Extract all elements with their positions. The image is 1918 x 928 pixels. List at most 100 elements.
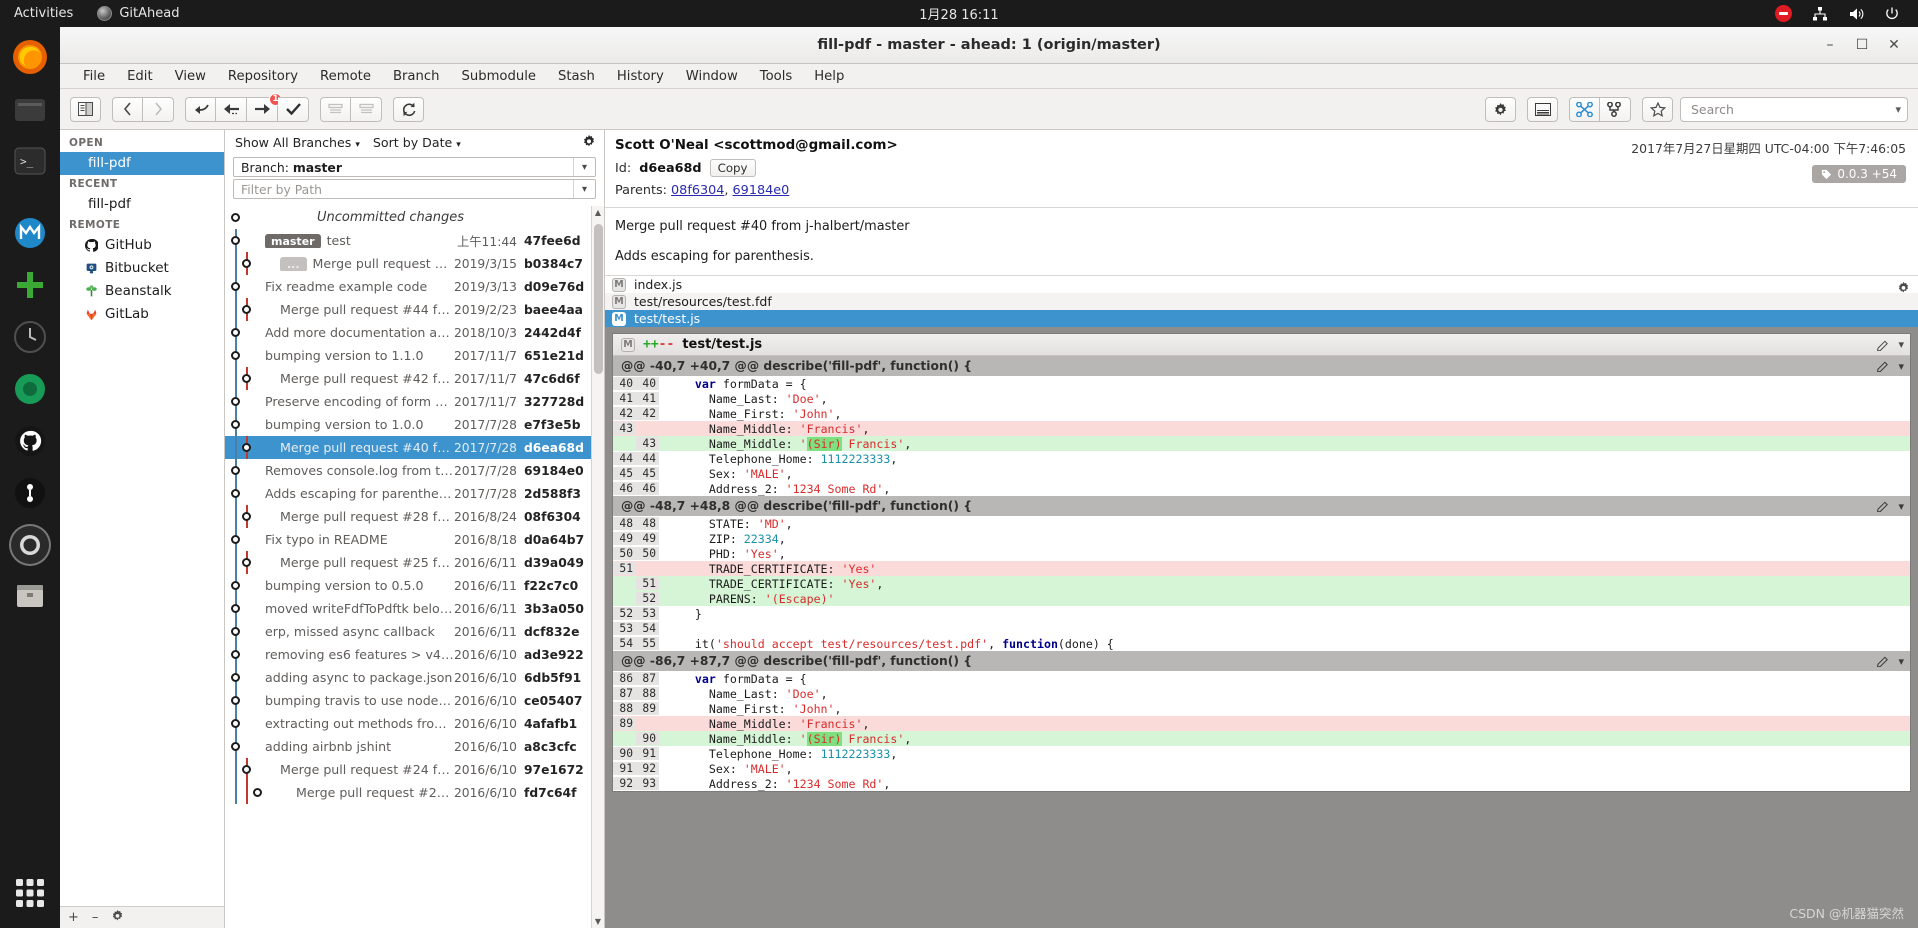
menu-view[interactable]: View xyxy=(164,67,217,86)
diff-line[interactable]: 91 92 Sex: 'MALE', xyxy=(613,761,1910,776)
file-row-test-fdf[interactable]: M test/resources/test.fdf xyxy=(605,293,1918,310)
sort-by-date-dropdown[interactable]: Sort by Date ▾ xyxy=(373,135,461,150)
sidebar-footer[interactable]: + – xyxy=(60,906,224,928)
dock-item-github-desktop[interactable] xyxy=(9,420,51,462)
commit-row[interactable]: moved writeFdfToPdftk below... 2016/6/11 3… xyxy=(225,597,591,620)
hunk-header[interactable]: @@ -40,7 +40,7 @@ describe('fill-pdf', f… xyxy=(613,356,1910,376)
commit-row[interactable]: Merge pull request #24 from ...2016/6/10… xyxy=(225,758,591,781)
diff-line[interactable]: 88 89 Name_First: 'John', xyxy=(613,701,1910,716)
dock-item-sublime[interactable] xyxy=(9,368,51,410)
commit-list-settings-button[interactable] xyxy=(582,134,596,151)
changed-files-list[interactable]: M index.js M test/resources/test.fdf M t… xyxy=(605,275,1918,327)
commit-row[interactable]: Merge pull request #40 from ...2017/7/28… xyxy=(225,436,591,459)
commit-row[interactable]: removing es6 features > v4; ... 2016/6/10… xyxy=(225,643,591,666)
refresh-button[interactable] xyxy=(393,96,424,122)
commit-list-toolbar[interactable]: Show All Branches ▾ Sort by Date ▾ xyxy=(225,130,604,155)
diff-header-actions[interactable]: ▾ xyxy=(1877,338,1904,351)
diff-line[interactable]: 50 50 PHD: 'Yes', xyxy=(613,546,1910,561)
menu-remote[interactable]: Remote xyxy=(309,67,382,86)
menu-stash[interactable]: Stash xyxy=(547,67,606,86)
commit-row[interactable]: Adds escaping for parenthesi... 2017/7/28… xyxy=(225,482,591,505)
hunk-actions[interactable]: ▾ xyxy=(1877,655,1904,668)
parent-link-1[interactable]: 08f6304 xyxy=(671,183,724,198)
menu-bar[interactable]: File Edit View Repository Remote Branch … xyxy=(60,64,1918,89)
log-toggle-button[interactable] xyxy=(1527,96,1558,122)
search-input[interactable]: Search ▾ xyxy=(1680,96,1908,122)
commit-row[interactable]: bumping version to 1.0.0 2017/7/28 e7f3e5b xyxy=(225,413,591,436)
uncommitted-changes-row[interactable]: Uncommitted changes xyxy=(225,206,591,229)
diff-line[interactable]: 46 46 Address_2: '1234 Some Rd', xyxy=(613,481,1910,496)
commit-row[interactable]: bumping version to 0.5.0 2016/6/11 f22c7c0 xyxy=(225,574,591,597)
diff-line[interactable]: 44 44 Telephone_Home: 1112223333, xyxy=(613,451,1910,466)
diff-line[interactable]: 51 TRADE_CERTIFICATE: 'Yes' xyxy=(613,561,1910,576)
window-buttons[interactable]: – ☐ ✕ xyxy=(1816,32,1918,58)
pull-button[interactable] xyxy=(216,96,247,122)
diff-line[interactable]: 89 Name_Middle: 'Francis', xyxy=(613,716,1910,731)
sidebar-item-github[interactable]: GitHub xyxy=(60,234,224,257)
close-button[interactable]: ✕ xyxy=(1880,32,1908,58)
commit-row[interactable]: adding airbnb jshint 2016/6/10 a8c3cfc xyxy=(225,735,591,758)
commit-row[interactable]: Fix typo in README 2016/8/18 d0a64b7 xyxy=(225,528,591,551)
sidebar-item-bitbucket[interactable]: Bitbucket xyxy=(60,257,224,280)
diff-view-button[interactable] xyxy=(1569,96,1600,122)
commit-row[interactable]: Fix readme example code 2019/3/13 d09e76d xyxy=(225,275,591,298)
diff-line[interactable]: 43 Name_Middle: 'Francis', xyxy=(613,421,1910,436)
settings-button[interactable] xyxy=(1485,96,1516,122)
commit-row[interactable]: bumping travis to use node v6 2016/6/10 ce… xyxy=(225,689,591,712)
hunk-actions[interactable]: ▾ xyxy=(1877,500,1904,513)
fetch-button[interactable] xyxy=(185,96,216,122)
diff-line[interactable]: 40 40 var formData = { xyxy=(613,376,1910,391)
commit-row[interactable]: erp, missed async callback 2016/6/11 dcf83… xyxy=(225,620,591,643)
tree-view-button[interactable] xyxy=(1600,96,1631,122)
minimize-button[interactable]: – xyxy=(1816,32,1844,58)
edit-icon[interactable] xyxy=(1877,339,1890,351)
diff-line[interactable]: 90 Name_Middle: '(Sir) Francis', xyxy=(613,731,1910,746)
diff-line[interactable]: 52 PARENS: '(Escape)' xyxy=(613,591,1910,606)
diff-line[interactable]: 51 TRADE_CERTIFICATE: 'Yes', xyxy=(613,576,1910,591)
commit-row[interactable]: extracting out methods from ... 2016/6/10… xyxy=(225,712,591,735)
copy-id-button[interactable]: Copy xyxy=(709,159,756,177)
menu-tools[interactable]: Tools xyxy=(749,67,803,86)
diff-line[interactable]: 53 54 xyxy=(613,621,1910,636)
diff-line[interactable]: 49 49 ZIP: 22334, xyxy=(613,531,1910,546)
menu-file[interactable]: File xyxy=(72,67,116,86)
commit-row[interactable]: Merge pull request #42 from ...2017/11/7… xyxy=(225,367,591,390)
chevron-down-icon[interactable]: ▾ xyxy=(1895,103,1901,116)
view-mode-group[interactable] xyxy=(1569,96,1631,122)
edit-icon[interactable] xyxy=(1877,655,1890,667)
dock-item-show-apps[interactable] xyxy=(9,872,51,914)
file-list-settings-button[interactable] xyxy=(1897,279,1910,298)
commit-row[interactable]: Merge pull request #23 fro...2016/6/10 fd… xyxy=(225,781,591,804)
edit-icon[interactable] xyxy=(1877,500,1890,512)
commit-row[interactable]: bumping version to 1.1.0 2017/11/7 651e21d xyxy=(225,344,591,367)
diff-line[interactable]: 92 93 Address_2: '1234 Some Rd', xyxy=(613,776,1910,791)
sync-group[interactable]: 1 xyxy=(185,92,309,122)
chevron-down-icon[interactable]: ▾ xyxy=(1898,360,1904,373)
dock-item-gitahead[interactable] xyxy=(9,524,51,566)
menu-repository[interactable]: Repository xyxy=(217,67,309,86)
commit-rows[interactable]: Uncommitted changes master test 上午11:44 47fe… xyxy=(225,206,591,928)
dock-item-mega[interactable] xyxy=(9,212,51,254)
hunk-header[interactable]: @@ -86,7 +87,7 @@ describe('fill-pdf', f… xyxy=(613,651,1910,671)
branch-ref-tag[interactable]: ... xyxy=(280,257,307,271)
star-group[interactable] xyxy=(1642,96,1673,122)
diff-line[interactable]: 48 48 STATE: 'MD', xyxy=(613,516,1910,531)
gear-icon[interactable] xyxy=(111,909,124,926)
diff-line[interactable]: 87 88 Name_Last: 'Doe', xyxy=(613,686,1910,701)
scroll-down-arrow[interactable]: ▼ xyxy=(592,915,604,928)
diff-line[interactable]: 90 91 Telephone_Home: 1112223333, xyxy=(613,746,1910,761)
branch-selector[interactable]: Branch: master ▾ xyxy=(233,157,596,177)
menu-help[interactable]: Help xyxy=(803,67,855,86)
commit-row[interactable]: Preserve encoding of form data 2017/11/7 3… xyxy=(225,390,591,413)
app-dock[interactable]: >_ xyxy=(0,27,60,928)
diff-line[interactable]: 41 41 Name_Last: 'Doe', xyxy=(613,391,1910,406)
commit-list-scrollbar[interactable]: ▲ ▼ xyxy=(591,206,604,928)
diff-line[interactable]: 45 45 Sex: 'MALE', xyxy=(613,466,1910,481)
diff-line[interactable]: 42 42 Name_First: 'John', xyxy=(613,406,1910,421)
history-nav-group[interactable] xyxy=(112,96,174,122)
star-button[interactable] xyxy=(1642,96,1673,122)
parent-link-2[interactable]: 69184e0 xyxy=(733,183,790,198)
dock-item-plus-green[interactable] xyxy=(9,264,51,306)
menu-history[interactable]: History xyxy=(606,67,675,86)
diff-line[interactable]: 54 55 it('should accept test/resources/te… xyxy=(613,636,1910,651)
